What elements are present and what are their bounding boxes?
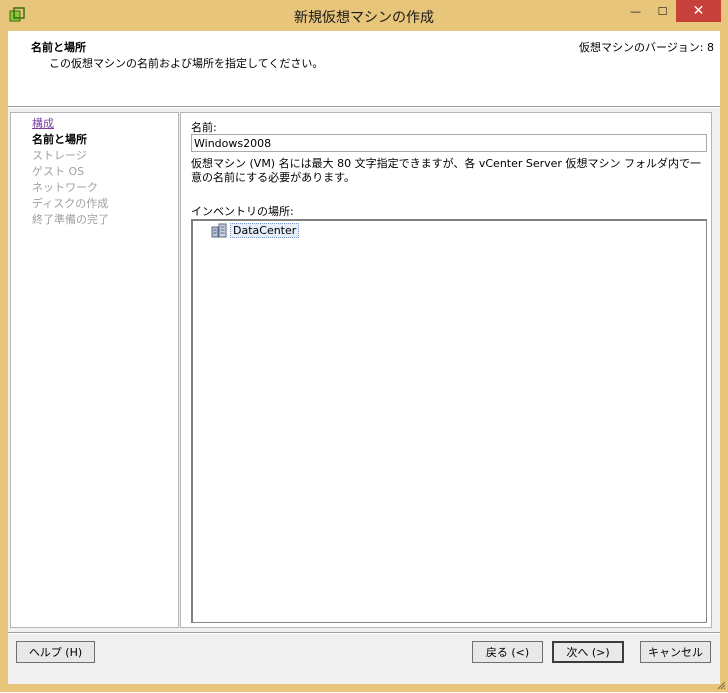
cancel-button[interactable]: キャンセル — [640, 641, 711, 663]
step-item-storage: ストレージ — [32, 149, 87, 162]
vm-version: 仮想マシンのバージョン: 8 — [579, 41, 714, 54]
close-button[interactable]: ✕ — [676, 0, 721, 22]
maximize-button[interactable]: ☐ — [649, 0, 676, 22]
maximize-icon: ☐ — [657, 4, 668, 18]
minimize-icon: — — [630, 4, 641, 18]
content-panel: 名前: 仮想マシン (VM) 名には最大 80 文字指定できますが、各 vCen… — [180, 112, 712, 628]
inventory-location-label: インベントリの場所: — [191, 205, 294, 218]
footer-divider-highlight — [8, 633, 720, 634]
title-bar[interactable]: 新規仮想マシンの作成 — ☐ ✕ — [0, 0, 728, 31]
header-divider — [8, 107, 720, 108]
help-button[interactable]: ヘルプ (H) — [16, 641, 95, 663]
name-label: 名前: — [191, 121, 217, 134]
close-icon: ✕ — [692, 3, 705, 19]
tree-item-label: DataCenter — [230, 222, 300, 238]
page-title: 名前と場所 — [31, 41, 86, 54]
minimize-button[interactable]: — — [622, 0, 649, 22]
step-item-name-location: 名前と場所 — [32, 133, 87, 146]
wizard-steps-panel: 構成 名前と場所 ストレージ ゲスト OS ネットワーク ディスクの作成 終了準… — [10, 112, 179, 628]
next-button[interactable]: 次へ (>) — [552, 641, 624, 663]
step-item-ready-to-complete: 終了準備の完了 — [32, 213, 109, 226]
page-subtitle: この仮想マシンの名前および場所を指定してください。 — [49, 57, 324, 70]
inventory-tree[interactable]: DataCenter — [191, 219, 707, 623]
datacenter-icon — [211, 222, 227, 238]
step-item-guest-os: ゲスト OS — [32, 165, 85, 178]
vm-name-input[interactable] — [191, 134, 707, 152]
name-help-text: 仮想マシン (VM) 名には最大 80 文字指定できますが、各 vCenter … — [191, 157, 701, 184]
window-title: 新規仮想マシンの作成 — [294, 10, 434, 26]
resize-grip-icon[interactable] — [716, 680, 726, 690]
wizard-window: 新規仮想マシンの作成 — ☐ ✕ 名前と場所 この仮想マシンの名前および場所を指… — [0, 0, 728, 692]
step-item-create-disk: ディスクの作成 — [32, 197, 109, 210]
step-item-config[interactable]: 構成 — [32, 115, 54, 131]
wizard-header: 名前と場所 この仮想マシンの名前および場所を指定してください。 仮想マシンのバー… — [8, 31, 720, 107]
step-item-network: ネットワーク — [32, 181, 98, 194]
back-button[interactable]: 戻る (<) — [472, 641, 543, 663]
dialog-client: 名前と場所 この仮想マシンの名前および場所を指定してください。 仮想マシンのバー… — [8, 31, 720, 684]
tree-item-datacenter[interactable]: DataCenter — [211, 222, 300, 238]
